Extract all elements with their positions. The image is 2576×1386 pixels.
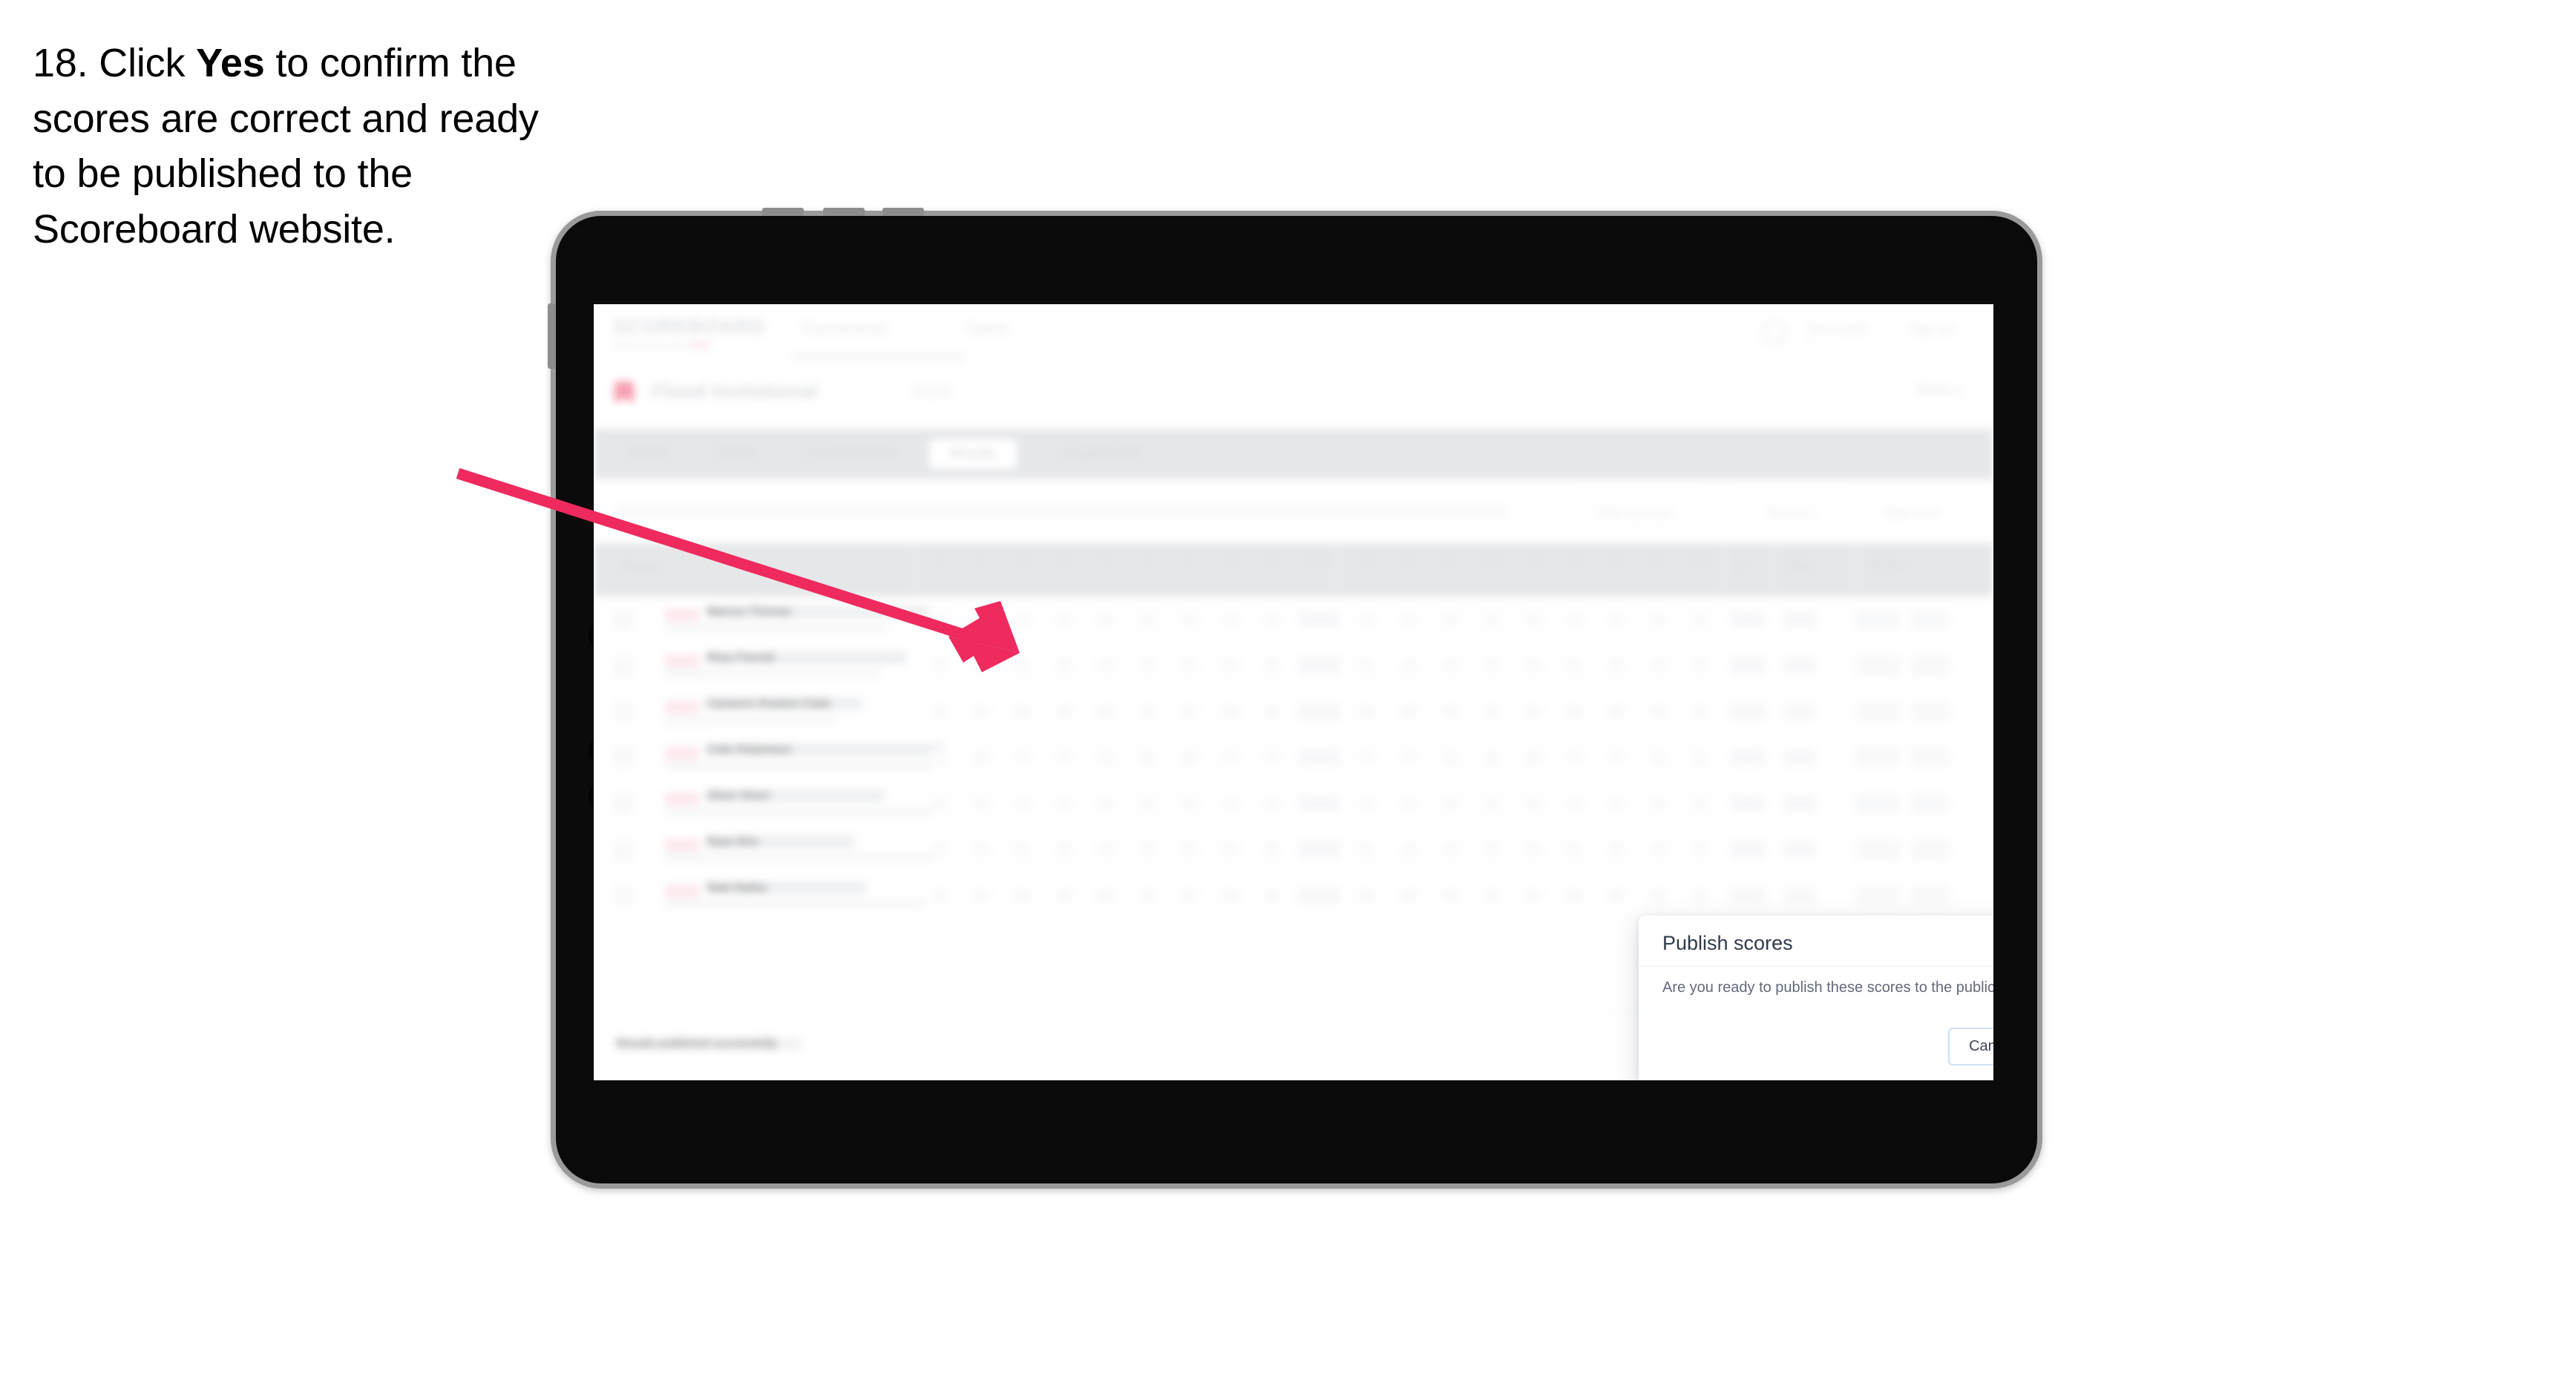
device-button-top-3[interactable] xyxy=(882,208,924,216)
dialog-body-text: Are you ready to publish these scores to… xyxy=(1662,979,1993,996)
device-button-top-2[interactable] xyxy=(823,208,865,216)
device-button-top-1[interactable] xyxy=(762,208,804,216)
device-power-button[interactable] xyxy=(548,303,556,369)
publish-scores-dialog: Publish scores ✕ Are you ready to publis… xyxy=(1639,916,1993,1080)
dialog-title: Publish scores xyxy=(1662,932,1793,954)
cancel-button[interactable]: Cancel xyxy=(1948,1028,1993,1065)
page-root: 18. Click Yes to confirm the scores are … xyxy=(0,0,2576,1386)
dialog-actions: Cancel Yes xyxy=(1948,1028,1993,1065)
dialog-header: Publish scores ✕ xyxy=(1639,916,1993,967)
instruction-caption: 18. Click Yes to confirm the scores are … xyxy=(33,36,582,257)
caption-step-number: 18. xyxy=(33,41,88,85)
tablet-screen: SCOREBOARD POWERED BY PFF Tournaments Te… xyxy=(594,304,1993,1080)
caption-text-before: Click xyxy=(88,41,197,85)
caption-bold-word: Yes xyxy=(196,41,265,85)
